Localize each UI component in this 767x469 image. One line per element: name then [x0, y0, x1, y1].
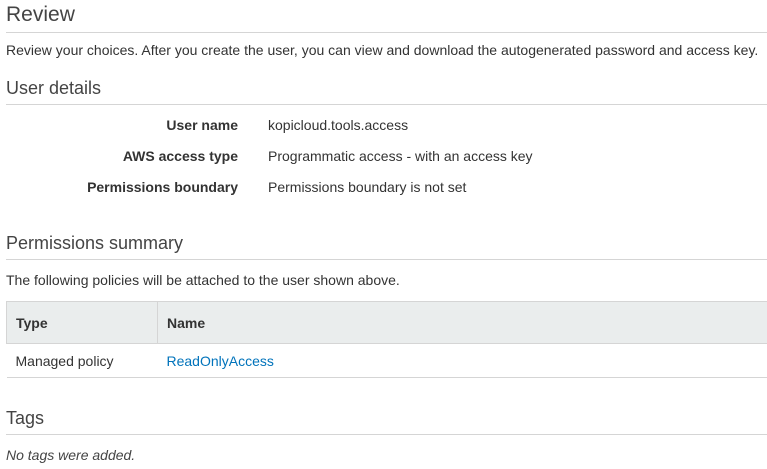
- permissions-boundary-value: Permissions boundary is not set: [268, 179, 467, 195]
- tags-divider: [6, 434, 767, 435]
- user-name-label: User name: [166, 117, 238, 133]
- permissions-note: The following policies will be attached …: [6, 272, 400, 288]
- detail-row-user-name: User name kopicloud.tools.access: [6, 117, 767, 137]
- detail-row-permissions-boundary: Permissions boundary Permissions boundar…: [6, 179, 767, 199]
- tags-heading: Tags: [6, 408, 45, 428]
- title-divider: [6, 32, 767, 33]
- permissions-boundary-label: Permissions boundary: [87, 179, 238, 195]
- access-type-label: AWS access type: [122, 148, 238, 164]
- user-details-heading: User details: [6, 78, 102, 98]
- policy-name-cell: ReadOnlyAccess: [157, 343, 767, 378]
- permissions-table: Type Name Managed policy ReadOnlyAccess: [6, 301, 767, 378]
- detail-row-access-type: AWS access type Programmatic access - wi…: [6, 148, 767, 168]
- tags-empty-message: No tags were added.: [6, 447, 136, 463]
- permissions-summary-divider: [6, 259, 767, 260]
- column-header-name: Name: [157, 301, 767, 344]
- permissions-summary-heading: Permissions summary: [6, 233, 184, 253]
- page-title: Review: [6, 3, 75, 26]
- user-name-value: kopicloud.tools.access: [268, 117, 409, 133]
- column-header-type: Type: [6, 301, 158, 344]
- access-type-value: Programmatic access - with an access key: [268, 148, 533, 164]
- policy-type-cell: Managed policy: [6, 343, 158, 378]
- policy-name-link[interactable]: ReadOnlyAccess: [167, 353, 274, 369]
- review-intro-text: Review your choices. After you create th…: [6, 42, 759, 58]
- table-header-row: Type Name: [6, 301, 767, 344]
- table-row: Managed policy ReadOnlyAccess: [6, 343, 767, 378]
- user-details-divider: [6, 104, 767, 105]
